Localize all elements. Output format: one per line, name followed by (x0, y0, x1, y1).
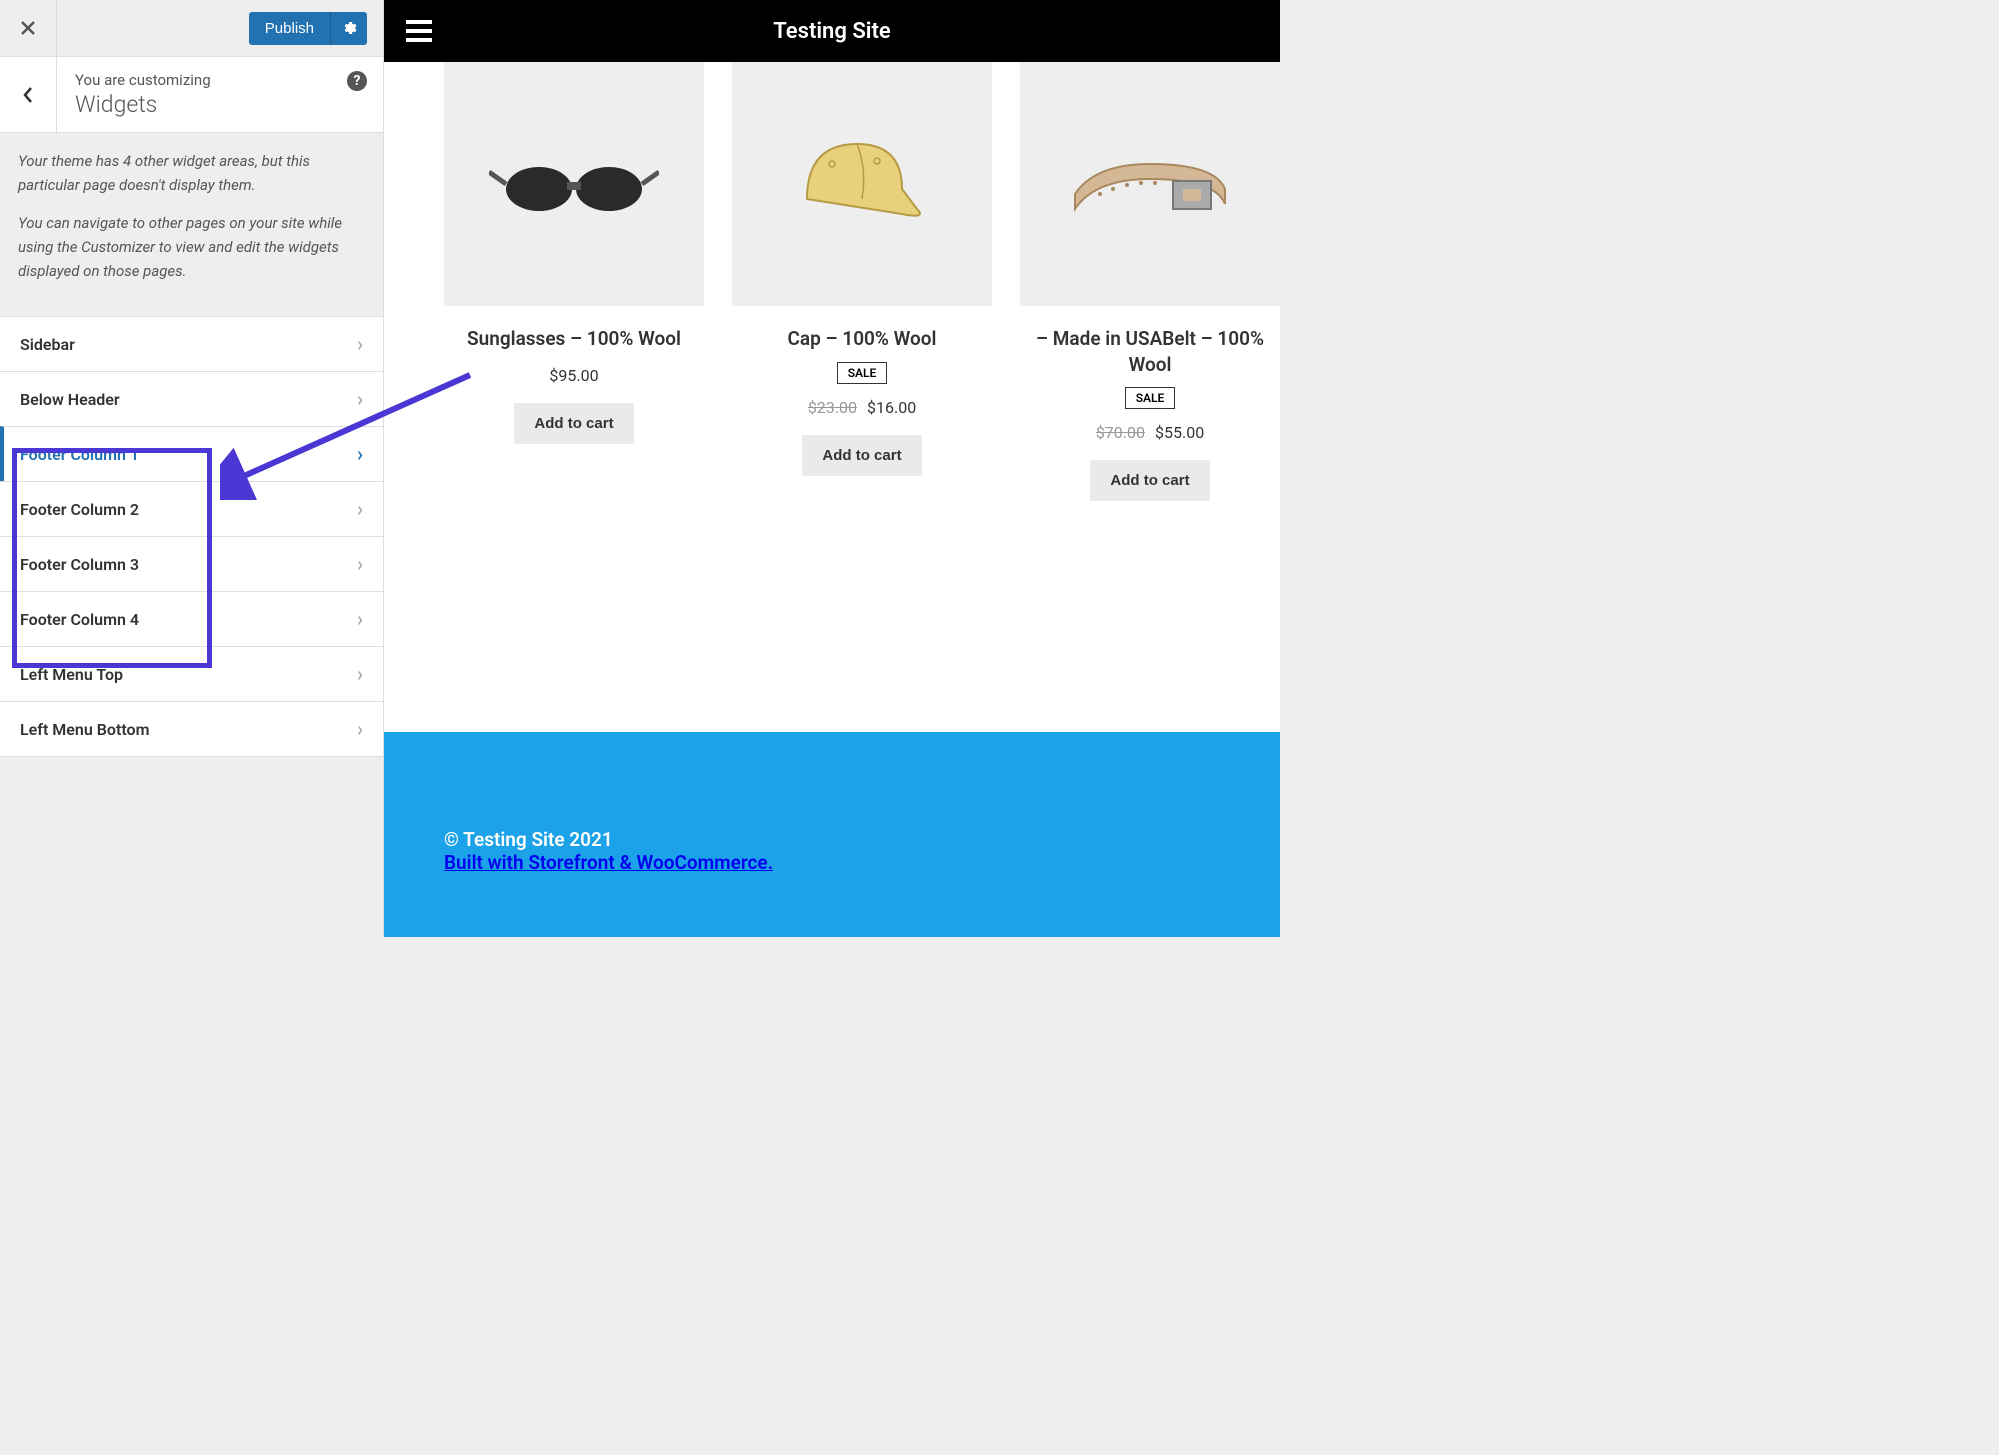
chevron-right-icon: › (357, 332, 363, 356)
price-old: $70.00 (1096, 423, 1145, 442)
hamburger-icon (406, 29, 432, 33)
product-image[interactable] (444, 62, 704, 306)
footer-credit-link[interactable]: Built with Storefront & WooCommerce (444, 851, 773, 874)
belt-icon (1065, 139, 1235, 229)
info-paragraph: You can navigate to other pages on your … (18, 211, 365, 283)
info-paragraph: Your theme has 4 other widget areas, but… (18, 149, 365, 197)
hamburger-menu-button[interactable] (406, 20, 432, 42)
sale-badge: SALE (837, 362, 888, 384)
product-name[interactable]: – Made in USABelt – 100% Wool (1020, 326, 1280, 377)
product-name[interactable]: Sunglasses – 100% Wool (444, 326, 704, 352)
chevron-right-icon: › (357, 607, 363, 631)
help-button[interactable]: ? (347, 71, 367, 91)
chevron-right-icon: › (357, 497, 363, 521)
close-icon (20, 20, 36, 36)
customizer-title: Widgets (75, 91, 365, 118)
site-preview: Testing Site Sunglasses – 100% Wool $95.… (384, 0, 1280, 937)
add-to-cart-button[interactable]: Add to cart (514, 403, 633, 444)
customizer-sidebar: Publish You are customizing Widgets ? Yo… (0, 0, 384, 937)
price-old: $23.00 (808, 398, 857, 417)
footer-copyright: © Testing Site 2021 (444, 828, 1220, 851)
sunglasses-icon (489, 144, 659, 224)
hamburger-icon (406, 20, 432, 24)
price-current: $95.00 (549, 366, 598, 385)
price-current: $16.00 (867, 398, 916, 417)
back-button[interactable] (0, 57, 57, 132)
chevron-right-icon: › (357, 662, 363, 686)
widget-area-label: Sidebar (20, 335, 75, 354)
site-header: Testing Site (384, 0, 1280, 62)
add-to-cart-button[interactable]: Add to cart (1090, 460, 1209, 501)
publish-button[interactable]: Publish (249, 12, 330, 45)
chevron-right-icon: › (357, 717, 363, 741)
widget-area-footer-column-3[interactable]: Footer Column 3 › (0, 536, 383, 592)
chevron-right-icon: › (357, 552, 363, 576)
product-card: Sunglasses – 100% Wool $95.00 Add to car… (444, 62, 704, 501)
product-grid: Sunglasses – 100% Wool $95.00 Add to car… (384, 62, 1280, 501)
widget-area-list: Sidebar› Below Header› Footer Column 1› … (0, 316, 383, 757)
widget-area-left-menu-top[interactable]: Left Menu Top › (0, 646, 383, 702)
widget-area-label: Left Menu Top (20, 665, 123, 684)
widget-area-below-header[interactable]: Below Header › (0, 371, 383, 427)
widget-area-sidebar[interactable]: Sidebar › (0, 316, 383, 372)
customizer-top-bar: Publish (0, 0, 383, 57)
help-icon: ? (354, 73, 361, 89)
widget-area-label: Footer Column 1 (20, 445, 139, 464)
widget-area-label: Below Header (20, 390, 120, 409)
chevron-right-icon: › (357, 387, 363, 411)
cap-icon (787, 129, 937, 239)
widget-area-label: Footer Column 2 (20, 500, 139, 519)
customizer-info: Your theme has 4 other widget areas, but… (0, 133, 383, 299)
publish-button-group: Publish (249, 12, 367, 45)
widget-area-label: Footer Column 3 (20, 555, 139, 574)
customizer-header: You are customizing Widgets ? (0, 57, 383, 133)
price-current: $55.00 (1155, 423, 1204, 442)
customizer-title-wrap: You are customizing Widgets ? (57, 57, 383, 132)
widget-area-label: Left Menu Bottom (20, 720, 149, 739)
chevron-left-icon (22, 86, 34, 104)
widget-area-left-menu-bottom[interactable]: Left Menu Bottom › (0, 701, 383, 757)
publish-settings-button[interactable] (330, 12, 367, 45)
customizer-subheading: You are customizing (75, 71, 365, 89)
widget-area-footer-column-2[interactable]: Footer Column 2 › (0, 481, 383, 537)
product-image[interactable] (1020, 62, 1280, 306)
widget-area-label: Footer Column 4 (20, 610, 139, 629)
widget-area-footer-column-1[interactable]: Footer Column 1 › (0, 426, 383, 482)
product-image[interactable] (732, 62, 992, 306)
widget-area-footer-column-4[interactable]: Footer Column 4 › (0, 591, 383, 647)
site-footer: © Testing Site 2021 Built with Storefron… (384, 732, 1280, 937)
close-customizer-button[interactable] (0, 0, 57, 57)
gear-icon (341, 20, 357, 36)
product-card: Cap – 100% Wool SALE $23.00 $16.00 Add to… (732, 62, 992, 501)
chevron-right-icon: › (357, 442, 363, 466)
product-card: – Made in USABelt – 100% Wool SALE $70.0… (1020, 62, 1280, 501)
add-to-cart-button[interactable]: Add to cart (802, 435, 921, 476)
product-name[interactable]: Cap – 100% Wool (732, 326, 992, 352)
product-price: $95.00 (444, 366, 704, 385)
hamburger-icon (406, 38, 432, 42)
product-price: $23.00 $16.00 (732, 398, 992, 417)
sale-badge: SALE (1125, 387, 1176, 409)
site-title: Testing Site (773, 19, 890, 44)
product-price: $70.00 $55.00 (1020, 423, 1280, 442)
